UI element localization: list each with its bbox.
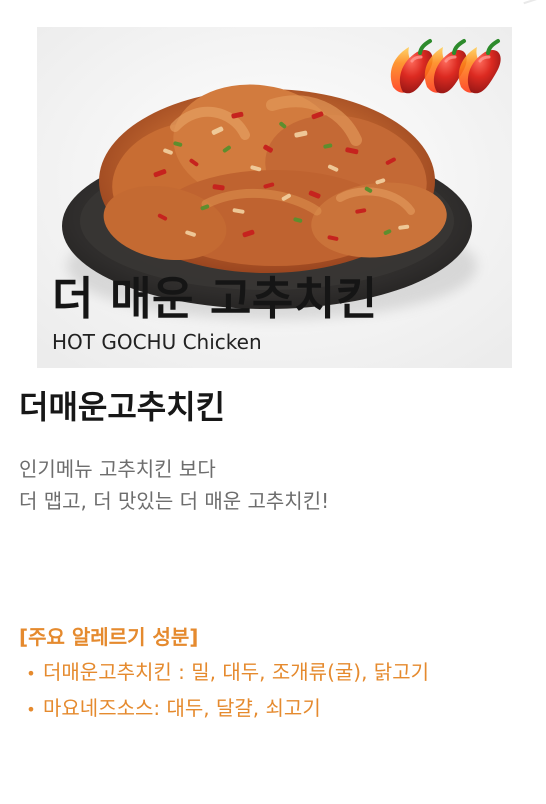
photo-title-english: HOT GOCHU Chicken	[52, 330, 262, 354]
menu-description: 인기메뉴 고추치킨 보다 더 맵고, 더 맛있는 더 매운 고추치킨!	[19, 453, 519, 517]
allergy-item: • 마요네즈소스: 대두, 달걀, 쇠고기	[19, 691, 534, 727]
photo-title-korean: 더 매운 고추치킨	[52, 272, 378, 325]
description-line: 더 맵고, 더 맛있는 더 매운 고추치킨!	[19, 489, 330, 513]
edge-mark	[523, 0, 539, 9]
allergy-item-text: 더매운고추치킨 : 밀, 대두, 조개류(굴), 닭고기	[43, 660, 430, 684]
product-image: 더 매운 고추치킨 HOT GOCHU Chicken	[37, 27, 512, 368]
menu-detail-page: 더 매운 고추치킨 HOT GOCHU Chicken 더매운고추치킨 인기메뉴…	[0, 0, 546, 804]
allergy-section: [주요 알레르기 성분] • 더매운고추치킨 : 밀, 대두, 조개류(굴), 닭…	[19, 620, 534, 727]
menu-name: 더매운고추치킨	[19, 388, 226, 426]
allergy-title: [주요 알레르기 성분]	[19, 625, 199, 649]
allergy-item-text: 마요네즈소스: 대두, 달걀, 쇠고기	[43, 696, 321, 720]
description-line: 인기메뉴 고추치킨 보다	[19, 457, 216, 481]
bullet-icon: •	[26, 700, 36, 719]
bullet-icon: •	[26, 664, 36, 683]
allergy-item: • 더매운고추치킨 : 밀, 대두, 조개류(굴), 닭고기	[19, 655, 534, 691]
